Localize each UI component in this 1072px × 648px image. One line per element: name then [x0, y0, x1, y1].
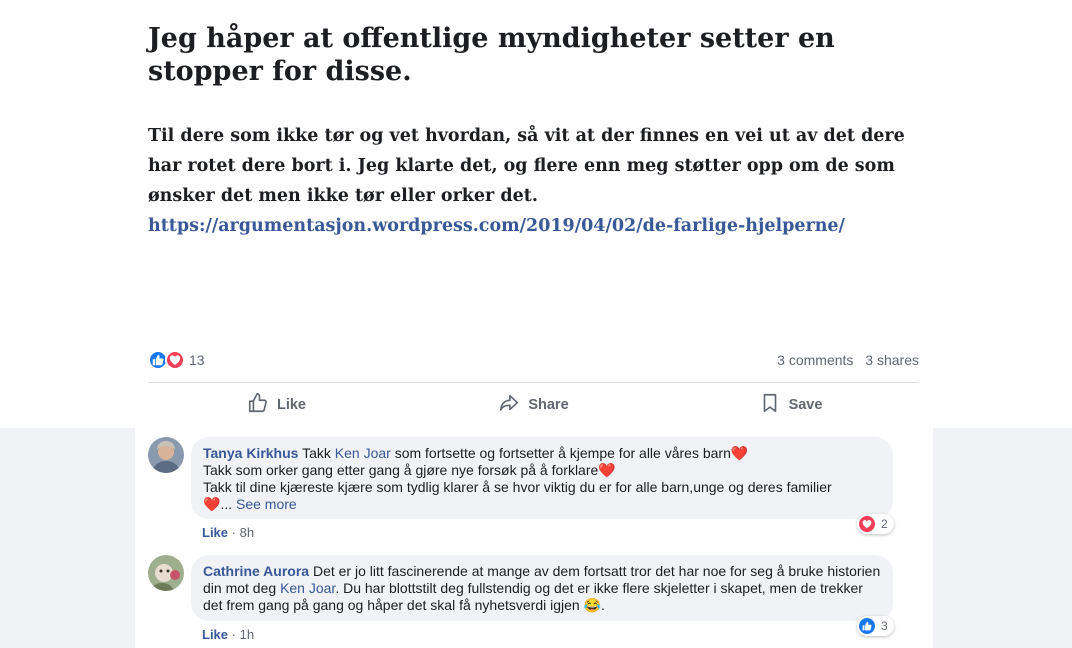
like-button[interactable]: Like: [148, 392, 405, 418]
share-button[interactable]: Share: [405, 392, 662, 418]
save-button-label: Save: [788, 397, 823, 413]
comment-line: Tanya Kirkhus Takk Ken Joar som fortsett…: [203, 445, 881, 462]
post-body: Til dere som ikke tør og vet hvordan, så…: [148, 121, 938, 241]
comment-author[interactable]: Cathrine Aurora: [203, 563, 309, 579]
shares-count[interactable]: 3 shares: [865, 352, 919, 368]
comments-section: Tanya Kirkhus Takk Ken Joar som fortsett…: [0, 428, 1072, 648]
like-button-label: Like: [276, 397, 306, 413]
post-actions: Like Share Save: [148, 384, 919, 426]
comment-text: Takk: [302, 445, 331, 461]
comment-author[interactable]: Tanya Kirkhus: [203, 445, 298, 461]
comment-line: Takk som orker gang etter gang å gjøre n…: [203, 462, 881, 479]
comment-timestamp[interactable]: 1h: [240, 627, 254, 642]
comments-list: Tanya Kirkhus Takk Ken Joar som fortsett…: [135, 428, 933, 648]
comment-bubble: Cathrine Aurora Det er jo litt fascinere…: [191, 555, 893, 621]
thumbs-up-icon: [247, 392, 277, 418]
avatar[interactable]: [148, 555, 184, 591]
see-more-link[interactable]: See more: [236, 496, 297, 512]
share-button-label: Share: [528, 397, 569, 413]
comment-bubble: Tanya Kirkhus Takk Ken Joar som fortsett…: [191, 437, 893, 519]
comment-end-punct: .: [601, 597, 605, 613]
post-link[interactable]: https://argumentasjon.wordpress.com/2019…: [148, 216, 845, 236]
comment-mention[interactable]: Ken Joar: [280, 580, 335, 596]
reactions-bar: 13 3 comments 3 shares: [148, 347, 919, 373]
like-icon: [859, 618, 875, 634]
post-body-text: Til dere som ikke tør og vet hvordan, så…: [148, 126, 905, 206]
share-arrow-icon: [498, 392, 528, 418]
comment-like-button[interactable]: Like: [202, 525, 228, 540]
comment-ellipsis: ...: [220, 496, 233, 512]
love-icon: [859, 516, 875, 532]
comment-reaction-count: 2: [881, 517, 888, 531]
reaction-count: 13: [189, 352, 205, 368]
laughing-emoji-icon: 😂: [583, 597, 602, 613]
heart-emoji-icon: ❤️: [730, 445, 749, 461]
avatar[interactable]: [148, 437, 184, 473]
meta-separator: ·: [231, 525, 236, 540]
engagement-counts: 3 comments 3 shares: [777, 352, 919, 368]
comment-reaction-badge[interactable]: 2: [857, 514, 894, 534]
comment-text: Takk som orker gang etter gang å gjøre n…: [203, 462, 599, 478]
heart-emoji-icon: ❤️: [203, 496, 221, 512]
comment-meta: Like · 1h: [202, 627, 254, 642]
save-button[interactable]: Save: [662, 392, 919, 418]
reactions-summary[interactable]: 13: [148, 350, 205, 370]
comment-mention[interactable]: Ken Joar: [335, 445, 391, 461]
comment-line: Takk til dine kjæreste kjære som tydlig …: [203, 479, 881, 496]
meta-separator: ·: [231, 627, 236, 642]
comment-timestamp[interactable]: 8h: [240, 525, 254, 540]
comment-reaction-badge[interactable]: 3: [857, 616, 894, 636]
comment-text: Takk til dine kjæreste kjære som tydlig …: [203, 479, 832, 495]
comments-count[interactable]: 3 comments: [777, 352, 853, 368]
love-reaction-icon: [165, 350, 185, 370]
comment-text: som fortsette og fortsetter å kjempe for…: [394, 445, 731, 461]
comment-line: ❤️... See more: [203, 496, 881, 513]
heart-emoji-icon: ❤️: [598, 462, 616, 478]
comment-like-button[interactable]: Like: [202, 627, 228, 642]
comment-reaction-count: 3: [881, 619, 888, 633]
actions-divider: [148, 382, 919, 383]
bookmark-icon: [759, 392, 789, 418]
post-title: Jeg håper at offentlige myndigheter sett…: [148, 23, 835, 87]
comment-meta: Like · 8h: [202, 525, 254, 540]
